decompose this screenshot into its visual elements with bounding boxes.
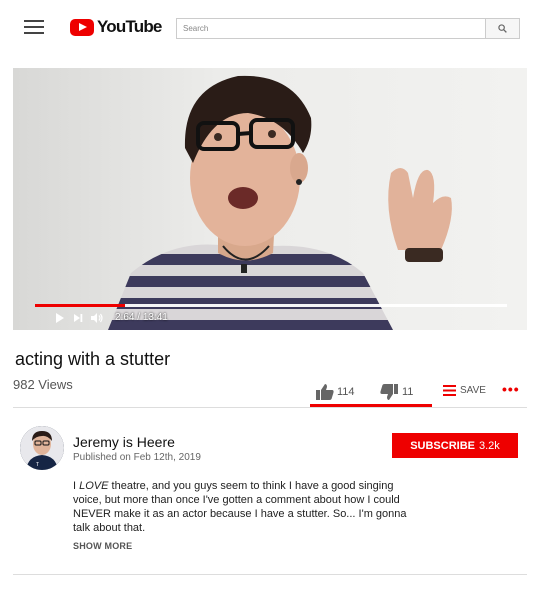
search-input[interactable]: [177, 19, 485, 38]
search-button[interactable]: [485, 19, 519, 38]
divider: [13, 574, 527, 575]
divider: [13, 407, 527, 408]
volume-button[interactable]: [91, 312, 103, 323]
playlist-add-icon: [443, 385, 456, 396]
thumbs-down-icon: [380, 384, 398, 400]
save-button[interactable]: SAVE: [443, 385, 486, 396]
logo-text: YouTube: [97, 17, 162, 36]
current-time: 2:64: [115, 312, 135, 323]
next-button[interactable]: [73, 313, 83, 323]
youtube-logo[interactable]: YouTube: [70, 17, 162, 37]
play-icon: [56, 312, 64, 323]
duration: 13:41: [142, 312, 168, 323]
channel-avatar[interactable]: T: [20, 426, 64, 470]
more-actions-button[interactable]: •••: [502, 381, 520, 397]
thumbs-up-icon: [316, 384, 334, 400]
description-emphasis: LOVE: [79, 480, 109, 492]
time-separator: /: [137, 312, 141, 323]
video-frame-person: [108, 75, 452, 330]
avatar-image: T: [20, 426, 64, 470]
description-text: theatre, and you guys seem to think I ha…: [73, 480, 407, 534]
subscribe-button[interactable]: SUBSCRIBE 3.2k: [392, 433, 518, 458]
video-description: I LOVE theatre, and you guys seem to thi…: [73, 479, 423, 535]
search-bar: [176, 18, 520, 39]
search-icon: [498, 24, 507, 33]
video-title: acting with a stutter: [15, 349, 171, 369]
progress-played: [35, 304, 125, 307]
show-more-button[interactable]: SHOW MORE: [73, 541, 132, 551]
hamburger-menu-icon[interactable]: [24, 20, 44, 36]
youtube-play-logo-icon: [70, 18, 94, 36]
player-controls: 2:64 / 13:41: [55, 312, 168, 323]
subscribe-label: SUBSCRIBE: [410, 439, 475, 452]
dislike-button[interactable]: 11: [380, 384, 413, 400]
video-player[interactable]: 2:64 / 13:41: [13, 68, 527, 330]
save-label: SAVE: [460, 385, 486, 396]
like-count: 114: [337, 386, 355, 398]
skip-next-icon: [74, 313, 83, 322]
channel-name[interactable]: Jeremy is Heere: [73, 434, 175, 450]
publish-date: Published on Feb 12th, 2019: [73, 452, 201, 463]
play-button[interactable]: [55, 312, 65, 323]
subscriber-count: 3.2k: [479, 439, 500, 452]
svg-text:T: T: [36, 462, 39, 468]
dislike-count: 11: [402, 386, 414, 398]
volume-icon: [91, 312, 103, 323]
like-button[interactable]: 114: [316, 384, 355, 400]
view-count: 982 Views: [13, 377, 73, 392]
time-display: 2:64 / 13:41: [115, 312, 168, 323]
